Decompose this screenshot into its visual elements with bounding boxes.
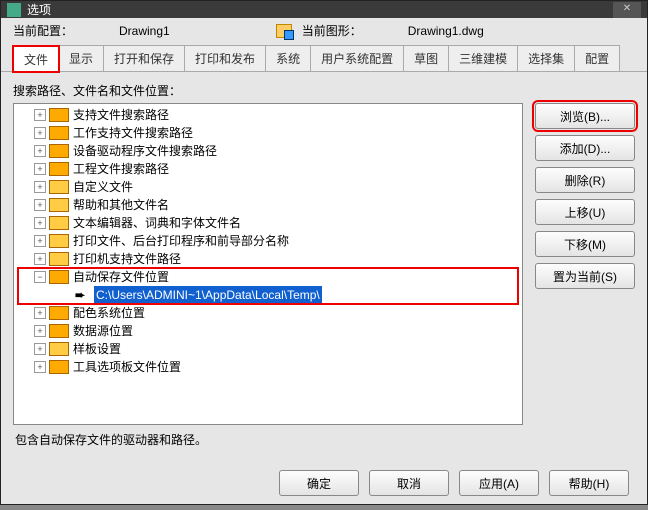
tree-item[interactable]: + 支持文件搜索路径 xyxy=(14,106,522,124)
setcurrent-button[interactable]: 置为当前(S) xyxy=(535,263,635,289)
expand-icon[interactable]: + xyxy=(34,253,46,265)
tab-0[interactable]: 文件 xyxy=(13,46,59,72)
app-icon xyxy=(7,3,21,17)
tab-content: 搜索路径、文件名和文件位置： + 支持文件搜索路径 + 工作支持文件搜索路径 + 设备驱动… xyxy=(1,72,647,458)
footer-description: 包含自动保存文件的驱动器和路径。 xyxy=(13,425,635,448)
folder-icon xyxy=(49,252,69,266)
tree-item[interactable]: + 文本编辑器、词典和字体文件名 xyxy=(14,214,522,232)
folder-icon xyxy=(49,162,69,176)
folder-icon xyxy=(49,360,69,374)
tree-child-item[interactable]: ➨C:\Users\ADMINI~1\AppData\Local\Temp\ xyxy=(14,286,522,304)
tree-item-label: 打印机支持文件路径 xyxy=(73,250,181,268)
tab-9[interactable]: 配置 xyxy=(574,45,620,71)
tree-item-label: 设备驱动程序文件搜索路径 xyxy=(73,142,217,160)
tree-item[interactable]: + 工具选项板文件位置 xyxy=(14,358,522,376)
folder-icon xyxy=(49,216,69,230)
titlebar: 选项 ✕ xyxy=(1,1,647,18)
tree-view[interactable]: + 支持文件搜索路径 + 工作支持文件搜索路径 + 设备驱动程序文件搜索路径 + 工程文件搜索… xyxy=(13,103,523,425)
folder-icon xyxy=(49,180,69,194)
tree-item[interactable]: + 工作支持文件搜索路径 xyxy=(14,124,522,142)
tree-item[interactable]: + 打印文件、后台打印程序和前导部分名称 xyxy=(14,232,522,250)
tree-item-label: 帮助和其他文件名 xyxy=(73,196,169,214)
drawing-icon xyxy=(276,24,292,38)
expand-icon[interactable]: + xyxy=(34,127,46,139)
tree-item[interactable]: + 帮助和其他文件名 xyxy=(14,196,522,214)
folder-icon xyxy=(49,126,69,140)
section-label: 搜索路径、文件名和文件位置： xyxy=(13,82,635,99)
folder-icon xyxy=(49,234,69,248)
tree-item[interactable]: + 打印机支持文件路径 xyxy=(14,250,522,268)
expand-icon[interactable]: + xyxy=(34,217,46,229)
ok-button[interactable]: 确定 xyxy=(279,470,359,496)
folder-icon xyxy=(49,108,69,122)
expand-icon[interactable]: + xyxy=(34,145,46,157)
tree-item-label: 配色系统位置 xyxy=(73,304,145,322)
folder-icon xyxy=(49,342,69,356)
browse-button[interactable]: 浏览(B)... xyxy=(535,103,635,129)
header-row: 当前配置： Drawing1 当前图形： Drawing1.dwg xyxy=(1,18,647,39)
expand-icon[interactable]: + xyxy=(34,343,46,355)
dialog-buttons: 确定 取消 应用(A) 帮助(H) xyxy=(1,458,647,510)
add-button[interactable]: 添加(D)... xyxy=(535,135,635,161)
tree-item-label: 自定义文件 xyxy=(73,178,133,196)
current-drawing-value: Drawing1.dwg xyxy=(408,24,484,38)
current-config-label: 当前配置： xyxy=(13,22,73,39)
expand-icon[interactable]: + xyxy=(34,163,46,175)
tree-item[interactable]: + 配色系统位置 xyxy=(14,304,522,322)
folder-icon xyxy=(49,270,69,284)
tree-item[interactable]: + 数据源位置 xyxy=(14,322,522,340)
tree-item[interactable]: + 样板设置 xyxy=(14,340,522,358)
side-buttons: 浏览(B)... 添加(D)... 删除(R) 上移(U) 下移(M) 置为当前… xyxy=(535,103,635,425)
tree-item[interactable]: + 自定义文件 xyxy=(14,178,522,196)
tree-item-label: 工作支持文件搜索路径 xyxy=(73,124,193,142)
tree-path-value: C:\Users\ADMINI~1\AppData\Local\Temp\ xyxy=(94,286,322,304)
delete-button[interactable]: 删除(R) xyxy=(535,167,635,193)
expand-icon[interactable]: + xyxy=(34,109,46,121)
apply-button[interactable]: 应用(A) xyxy=(459,470,539,496)
tab-5[interactable]: 用户系统配置 xyxy=(310,45,404,71)
folder-icon xyxy=(49,198,69,212)
expand-icon[interactable]: + xyxy=(34,325,46,337)
tab-strip: 文件显示打开和保存打印和发布系统用户系统配置草图三维建模选择集配置 xyxy=(1,39,647,72)
arrow-icon: ➨ xyxy=(70,286,90,304)
folder-icon xyxy=(49,306,69,320)
tab-4[interactable]: 系统 xyxy=(265,45,311,71)
expand-icon[interactable]: + xyxy=(34,307,46,319)
tree-item[interactable]: + 工程文件搜索路径 xyxy=(14,160,522,178)
tab-1[interactable]: 显示 xyxy=(58,45,104,71)
tab-7[interactable]: 三维建模 xyxy=(448,45,518,71)
tree-item-label: 工程文件搜索路径 xyxy=(73,160,169,178)
cancel-button[interactable]: 取消 xyxy=(369,470,449,496)
window-title: 选项 xyxy=(27,1,51,18)
expand-icon[interactable]: + xyxy=(34,361,46,373)
folder-icon xyxy=(49,324,69,338)
current-drawing-label: 当前图形： xyxy=(302,22,362,39)
close-icon[interactable]: ✕ xyxy=(613,2,641,18)
tree-item-label: 数据源位置 xyxy=(73,322,133,340)
tree-item-label: 样板设置 xyxy=(73,340,121,358)
help-button[interactable]: 帮助(H) xyxy=(549,470,629,496)
tree-item-label: 打印文件、后台打印程序和前导部分名称 xyxy=(73,232,289,250)
tree-item-label: 支持文件搜索路径 xyxy=(73,106,169,124)
tab-6[interactable]: 草图 xyxy=(403,45,449,71)
collapse-icon[interactable]: − xyxy=(34,271,46,283)
expand-icon[interactable]: + xyxy=(34,181,46,193)
movedown-button[interactable]: 下移(M) xyxy=(535,231,635,257)
tab-8[interactable]: 选择集 xyxy=(517,45,575,71)
expand-icon[interactable]: + xyxy=(34,235,46,247)
options-dialog: 选项 ✕ 当前配置： Drawing1 当前图形： Drawing1.dwg 文… xyxy=(0,0,648,505)
expand-icon[interactable]: + xyxy=(34,199,46,211)
current-config-value: Drawing1 xyxy=(119,24,170,38)
folder-icon xyxy=(49,144,69,158)
tree-item-label: 工具选项板文件位置 xyxy=(73,358,181,376)
moveup-button[interactable]: 上移(U) xyxy=(535,199,635,225)
tree-item[interactable]: − 自动保存文件位置 xyxy=(14,268,522,286)
tab-3[interactable]: 打印和发布 xyxy=(184,45,266,71)
tree-item[interactable]: + 设备驱动程序文件搜索路径 xyxy=(14,142,522,160)
tree-item-label: 自动保存文件位置 xyxy=(73,268,169,286)
tree-item-label: 文本编辑器、词典和字体文件名 xyxy=(73,214,241,232)
tab-2[interactable]: 打开和保存 xyxy=(103,45,185,71)
